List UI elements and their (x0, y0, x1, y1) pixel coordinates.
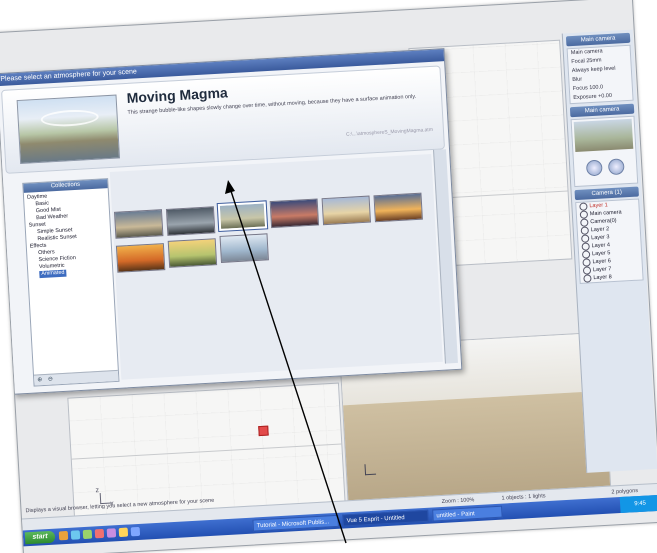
annotation-arrow (225, 180, 347, 544)
arrow-head (225, 180, 235, 194)
annotated-screenshot: z x Main camera Main camera Focal 25mm A… (0, 0, 657, 553)
arrow-shaft (229, 187, 347, 544)
